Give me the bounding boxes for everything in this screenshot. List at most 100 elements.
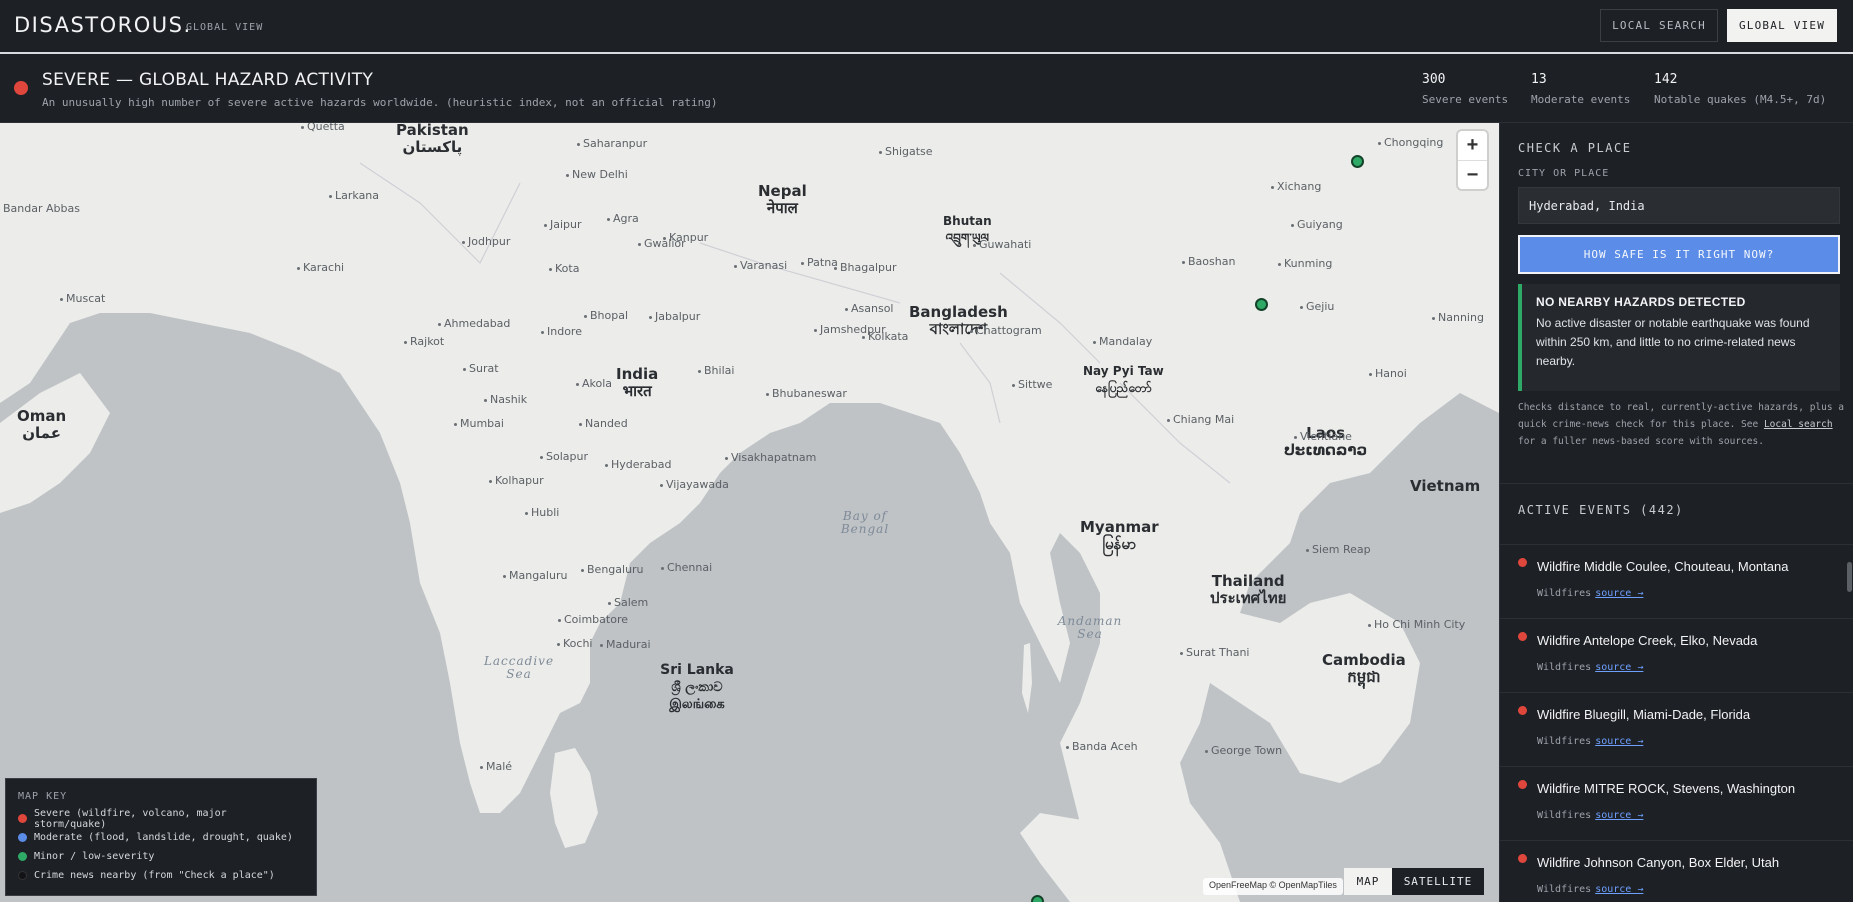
safety-result-card: NO NEARBY HAZARDS DETECTED No active dis… [1518, 284, 1840, 391]
stat-value: 142 [1654, 72, 1678, 87]
city-label: Mumbai [454, 417, 504, 430]
check-place-title: CHECK A PLACE [1518, 141, 1632, 155]
event-item[interactable]: Wildfire Antelope Creek, Elko, Nevada Wi… [1500, 618, 1853, 692]
event-marker[interactable] [1031, 895, 1044, 902]
city-label: Nashik [484, 393, 527, 406]
divider [1500, 483, 1853, 484]
status-description: An unusually high number of severe activ… [42, 96, 718, 109]
city-label: Jodhpur [462, 235, 510, 248]
how-safe-button[interactable]: HOW SAFE IS IT RIGHT NOW? [1518, 235, 1840, 274]
event-marker[interactable] [1255, 298, 1268, 311]
result-body: No active disaster or notable earthquake… [1536, 316, 1810, 368]
legend-label: Moderate (flood, landslide, drought, qua… [34, 832, 293, 843]
city-label: Kolhapur [489, 474, 544, 487]
event-source-link[interactable]: source → [1595, 662, 1643, 673]
events-list: Wildfire Middle Coulee, Chouteau, Montan… [1500, 544, 1853, 902]
city-label: Salem [608, 596, 648, 609]
city-label: Siem Reap [1306, 543, 1371, 556]
note-text: for a fuller news-based score with sourc… [1518, 436, 1764, 447]
legend-item-crime: Crime news nearby (from "Check a place") [18, 866, 304, 885]
city-label: Chongqing [1378, 136, 1443, 149]
legend-item-severe: Severe (wildfire, volcano, major storm/q… [18, 807, 304, 830]
event-source-link[interactable]: source → [1595, 810, 1643, 821]
city-label: Madurai [600, 638, 651, 651]
city-label: Muscat [60, 292, 105, 305]
city-label: Mandalay [1093, 335, 1152, 348]
severe-dot-icon [1518, 780, 1527, 789]
country-label-pakistan: Pakistan پاکستان [396, 123, 469, 156]
city-label: Ahmedabad [438, 317, 510, 330]
check-note: Checks distance to real, currently-activ… [1518, 399, 1848, 450]
local-search-button[interactable]: LOCAL SEARCH [1600, 9, 1718, 42]
city-label: Shigatse [879, 145, 933, 158]
severe-dot-icon [1518, 854, 1527, 863]
event-source-link[interactable]: source → [1595, 588, 1643, 599]
zoom-in-button[interactable]: + [1458, 131, 1487, 160]
map-attribution[interactable]: OpenFreeMap © OpenMapTiles [1203, 878, 1343, 895]
city-label: Kolkata [862, 330, 908, 343]
place-input[interactable] [1518, 187, 1840, 224]
city-label: Asansol [845, 302, 894, 315]
event-item[interactable]: Wildfire Johnson Canyon, Box Elder, Utah… [1500, 840, 1853, 902]
event-item[interactable]: Wildfire Bluegill, Miami-Dade, Florida W… [1500, 692, 1853, 766]
event-marker[interactable] [1351, 155, 1364, 168]
city-label: New Delhi [566, 168, 628, 181]
global-status-bar: SEVERE — GLOBAL HAZARD ACTIVITY An unusu… [0, 56, 1853, 123]
city-label: Guiyang [1291, 218, 1343, 231]
local-search-link[interactable]: Local search [1764, 419, 1833, 430]
city-label: Patna [801, 256, 838, 269]
sea-label-andaman: Andaman Sea [1057, 614, 1123, 641]
city-label: Surat Thani [1180, 646, 1250, 659]
global-view-button[interactable]: GLOBAL VIEW [1727, 9, 1837, 42]
country-label-srilanka: Sri Lanka ශ්‍රී ලංකාව இலங்கை [660, 662, 734, 712]
event-source-link[interactable]: source → [1595, 884, 1643, 895]
legend-title: MAP KEY [18, 791, 68, 802]
event-type: Wildfires [1537, 884, 1592, 895]
map-legend: MAP KEY Severe (wildfire, volcano, major… [5, 778, 317, 896]
sidebar: CHECK A PLACE CITY OR PLACE HOW SAFE IS … [1499, 123, 1853, 902]
event-name: Wildfire Antelope Creek, Elko, Nevada [1537, 633, 1758, 648]
city-label: Gejiu [1300, 300, 1334, 313]
city-label: Saharanpur [577, 137, 647, 150]
city-label: Kunming [1278, 257, 1332, 270]
city-label: Surat [463, 362, 499, 375]
country-label-cambodia: Cambodia កម្ពុជា [1322, 651, 1406, 686]
city-label: Hanoi [1369, 367, 1407, 380]
event-meta: Wildfires source → [1537, 810, 1643, 821]
country-label-vietnam: Vietnam [1410, 477, 1481, 495]
status-title: SEVERE — GLOBAL HAZARD ACTIVITY [42, 70, 374, 90]
event-item[interactable]: Wildfire MITRE ROCK, Stevens, Washington… [1500, 766, 1853, 840]
country-label-nepal: Nepal नेपाल [758, 182, 807, 217]
events-scrollbar[interactable] [1847, 562, 1852, 592]
city-label: Kanpur [663, 231, 708, 244]
event-meta: Wildfires source → [1537, 588, 1643, 599]
country-label-thailand: Thailand ประเทศไทย [1210, 572, 1287, 607]
city-label: Indore [541, 325, 582, 338]
city-label: Solapur [540, 450, 588, 463]
event-type: Wildfires [1537, 662, 1592, 673]
city-label: Bhilai [698, 364, 734, 377]
event-source-link[interactable]: source → [1595, 736, 1643, 747]
city-label: Guwahati [973, 238, 1031, 251]
city-label: Chiang Mai [1167, 413, 1234, 426]
event-meta: Wildfires source → [1537, 884, 1643, 895]
event-name: Wildfire Middle Coulee, Chouteau, Montan… [1537, 559, 1789, 574]
place-field-label: CITY OR PLACE [1518, 168, 1610, 179]
stat-label: Notable quakes (M4.5+, 7d) [1654, 93, 1827, 106]
city-label: Agra [607, 212, 639, 225]
result-title: NO NEARBY HAZARDS DETECTED [1536, 295, 1746, 309]
stat-label: Severe events [1422, 93, 1509, 106]
city-label: Mangaluru [503, 569, 567, 582]
sea-label-bay-of-bengal: Bay of Bengal [840, 509, 890, 536]
capital-label-naypyitaw: Nay Pyi Taw နေပြည်တော် [1083, 364, 1164, 395]
event-item[interactable]: Wildfire Middle Coulee, Chouteau, Montan… [1500, 544, 1853, 618]
city-label: Nanning [1432, 311, 1484, 324]
legend-item-minor: Minor / low-severity [18, 847, 304, 866]
map-style-button[interactable]: MAP [1344, 868, 1392, 895]
satellite-style-button[interactable]: SATELLITE [1392, 868, 1484, 895]
zoom-out-button[interactable]: − [1458, 160, 1487, 189]
legend-label: Severe (wildfire, volcano, major storm/q… [33, 807, 227, 830]
brand-logo[interactable]: DISASTOROUS. [14, 13, 192, 37]
top-bar: DISASTOROUS. GLOBAL VIEW LOCAL SEARCH GL… [0, 0, 1853, 54]
event-type: Wildfires [1537, 810, 1592, 821]
